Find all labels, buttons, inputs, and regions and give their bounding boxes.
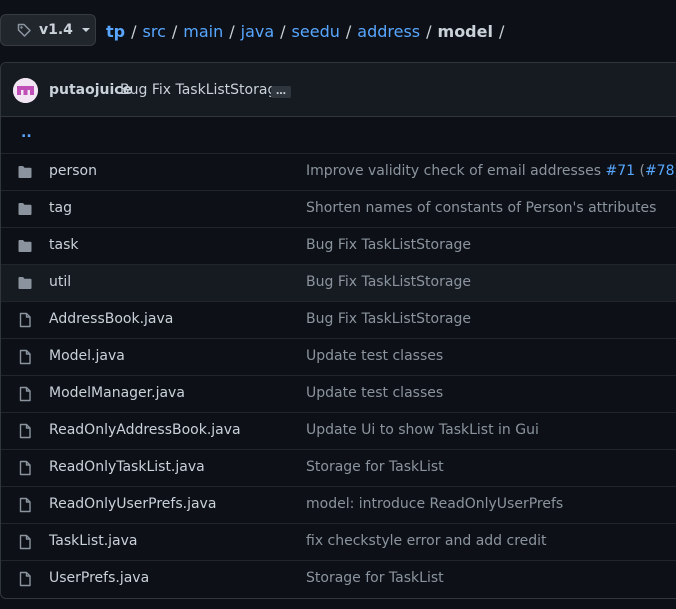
breadcrumb-link-java[interactable]: java: [241, 22, 275, 41]
file-row[interactable]: ReadOnlyAddressBook.java Update Ui to sho…: [1, 412, 676, 449]
commit-message-text: Bug Fix TaskListStorage: [306, 311, 471, 327]
breadcrumb-separator: /: [171, 21, 178, 41]
commit-message-text: fix checkstyle error and add credit: [306, 533, 547, 549]
breadcrumb-separator: /: [131, 21, 137, 41]
folder-row[interactable]: person Improve validity check of email ad…: [1, 153, 676, 190]
file-row[interactable]: UserPrefs.java Storage for TaskList: [1, 560, 676, 597]
last-commit-message-link[interactable]: Update test classes: [306, 385, 443, 401]
file-icon: [17, 497, 33, 513]
file-icon: [17, 423, 33, 439]
last-commit-message-link[interactable]: Shorten names of constants of Person's a…: [306, 200, 656, 216]
file-row[interactable]: AddressBook.java Bug Fix TaskListStorage: [1, 301, 676, 338]
last-commit-message-link[interactable]: Update Ui to show TaskList in Gui: [306, 422, 539, 438]
commit-details-toggle[interactable]: …: [271, 86, 291, 98]
commit-message-text: Storage for TaskList: [306, 459, 444, 475]
file-name-link[interactable]: ReadOnlyAddressBook.java: [49, 422, 241, 438]
file-list: .. person Improve validity check of email…: [1, 117, 676, 597]
file-name-link[interactable]: UserPrefs.java: [49, 570, 149, 586]
folder-row[interactable]: tag Shorten names of constants of Person'…: [1, 190, 676, 227]
file-name-link[interactable]: Model.java: [49, 348, 125, 364]
breadcrumb-link-src[interactable]: src: [143, 22, 166, 41]
commit-message-text: model: introduce ReadOnlyUserPrefs: [306, 496, 564, 512]
parent-directory-row[interactable]: ..: [1, 117, 676, 153]
breadcrumb: tp / src / main / java / seedu / address…: [106, 19, 510, 43]
folder-name-link[interactable]: task: [49, 237, 78, 253]
issue-link[interactable]: #71: [605, 163, 635, 179]
commit-message-text: Update test classes: [306, 348, 444, 364]
breadcrumb-link-tp[interactable]: tp: [106, 22, 125, 41]
last-commit-message-link[interactable]: Storage for TaskList: [306, 459, 444, 475]
file-row[interactable]: ReadOnlyUserPrefs.java model: introduce R…: [1, 486, 676, 523]
file-name-link[interactable]: ReadOnlyTaskList.java: [49, 459, 205, 475]
commit-message-link[interactable]: Bug Fix TaskListStorage: [120, 82, 285, 98]
last-commit-message-link[interactable]: Bug Fix TaskListStorage: [306, 237, 471, 253]
folder-name-link[interactable]: util: [49, 274, 71, 290]
breadcrumb-link-main[interactable]: main: [183, 22, 223, 41]
folder-icon: [17, 201, 33, 217]
commit-message-text: Update test classes: [306, 385, 444, 401]
folder-icon: [17, 275, 33, 291]
breadcrumb-separator: /: [498, 21, 505, 41]
commit-message-text: Shorten names of constants of Person's a…: [306, 200, 657, 216]
breadcrumb-separator: /: [426, 21, 432, 41]
file-row[interactable]: ModelManager.java Update test classes: [1, 375, 676, 412]
file-row[interactable]: TaskList.java fix checkstyle error and ad…: [1, 523, 676, 560]
file-icon: [17, 534, 33, 550]
branch-selector-button[interactable]: v1.4: [0, 14, 96, 46]
file-name-link[interactable]: AddressBook.java: [49, 311, 173, 327]
last-commit-message-link[interactable]: fix checkstyle error and add credit: [306, 533, 547, 549]
folder-row[interactable]: util Bug Fix TaskListStorage: [1, 264, 676, 301]
file-name-link[interactable]: TaskList.java: [49, 533, 137, 549]
breadcrumb-separator: /: [229, 21, 235, 41]
file-name-link[interactable]: ReadOnlyUserPrefs.java: [49, 496, 216, 512]
last-commit-message-link[interactable]: model: introduce ReadOnlyUserPrefs: [306, 496, 563, 512]
folder-icon: [17, 164, 33, 180]
pull-request-link[interactable]: #78: [645, 163, 675, 179]
breadcrumb-link-address[interactable]: address: [357, 22, 420, 41]
commit-message-text: Bug Fix TaskListStorage: [306, 274, 471, 290]
commit-message-text: Bug Fix TaskListStorage: [306, 237, 471, 253]
last-commit-message-link[interactable]: Bug Fix TaskListStorage: [306, 311, 471, 327]
chevron-down-icon: [81, 25, 91, 35]
file-row[interactable]: ReadOnlyTaskList.java Storage for TaskLis…: [1, 449, 676, 486]
file-icon: [17, 571, 33, 587]
repo-header: v1.4 tp / src / main / java / seedu / ad…: [0, 0, 676, 62]
breadcrumb-link-seedu[interactable]: seedu: [292, 22, 340, 41]
file-icon: [17, 312, 33, 328]
last-commit-message-link[interactable]: Storage for TaskList: [306, 570, 444, 586]
avatar[interactable]: [13, 78, 38, 103]
folder-icon: [17, 238, 33, 254]
latest-commit-bar: putaojuice Bug Fix TaskListStorage …: [1, 63, 676, 117]
file-icon: [17, 386, 33, 402]
folder-name-link[interactable]: person: [49, 163, 97, 179]
file-icon: [17, 460, 33, 476]
file-browser: putaojuice Bug Fix TaskListStorage … .. …: [0, 62, 676, 599]
file-name-link[interactable]: ModelManager.java: [49, 385, 185, 401]
tag-icon: [16, 22, 32, 38]
file-icon: [17, 349, 33, 365]
parent-directory-link[interactable]: ..: [21, 125, 32, 141]
commit-message-text: Storage for TaskList: [306, 570, 444, 586]
folder-name-link[interactable]: tag: [49, 200, 72, 216]
file-row[interactable]: Model.java Update test classes: [1, 338, 676, 375]
breadcrumb-current: model: [437, 21, 493, 41]
last-commit-message-link[interactable]: Bug Fix TaskListStorage: [306, 274, 471, 290]
breadcrumb-separator: /: [280, 21, 286, 41]
commit-message-text: Improve validity check of email addresse…: [306, 163, 606, 179]
branch-label: v1.4: [39, 22, 73, 38]
commit-message-text: Update Ui to show TaskList in Gui: [306, 422, 539, 438]
folder-row[interactable]: task Bug Fix TaskListStorage: [1, 227, 676, 264]
breadcrumb-separator: /: [345, 21, 352, 41]
last-commit-message-link[interactable]: Update test classes: [306, 348, 443, 364]
last-commit-message-link[interactable]: Improve validity check of email addresse…: [306, 163, 676, 179]
